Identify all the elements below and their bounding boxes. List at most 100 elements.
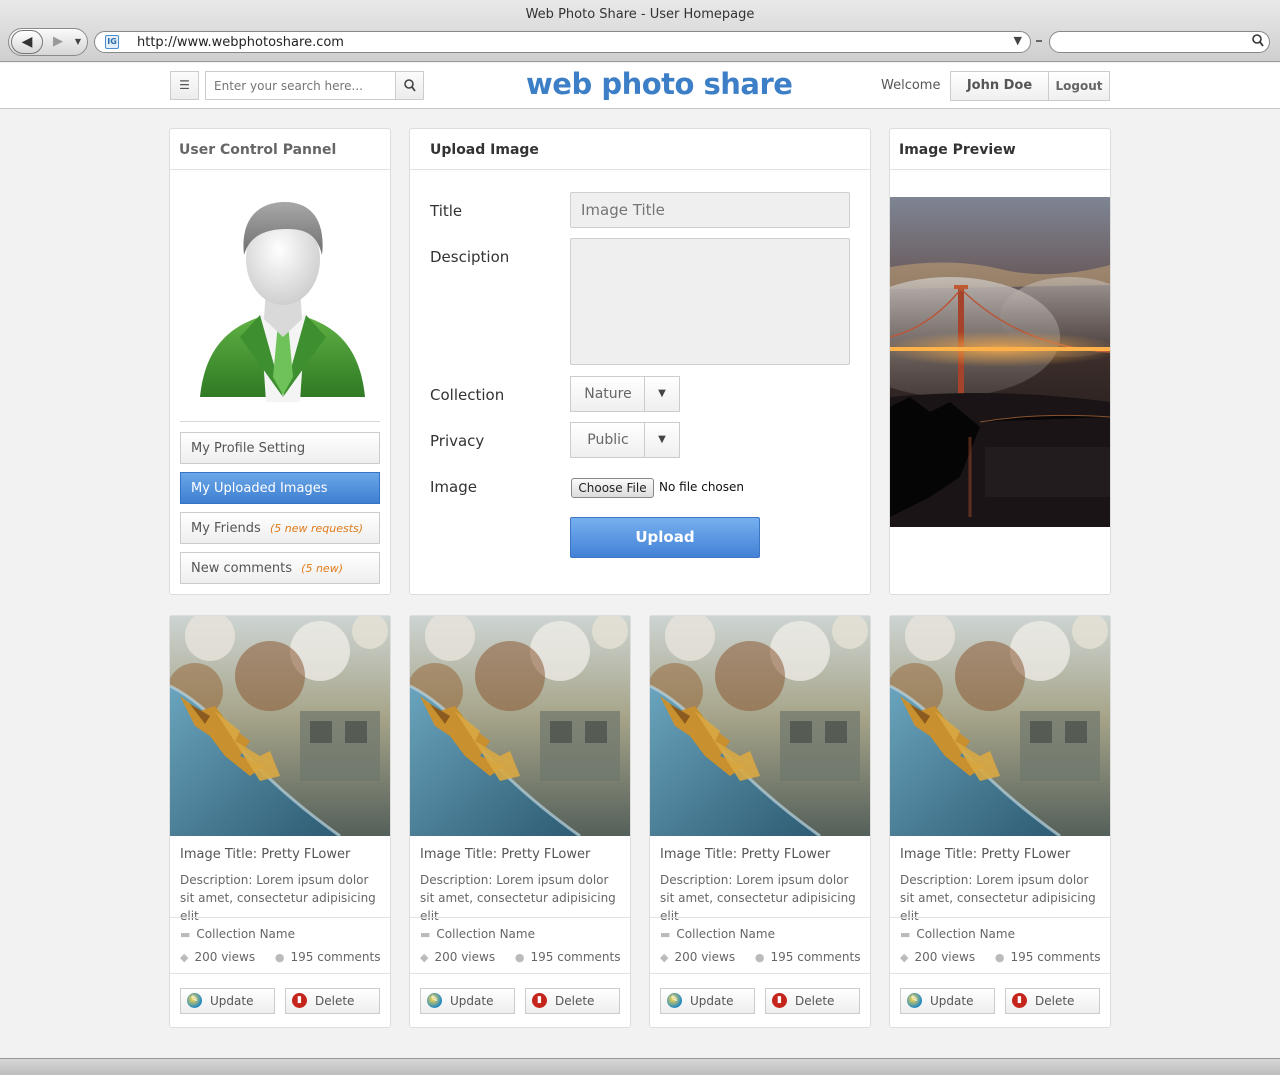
window-title: Web Photo Share - User Homepage [525, 7, 755, 22]
delete-button[interactable]: ▮ Delete [1005, 988, 1100, 1014]
delete-label: Delete [555, 994, 595, 1008]
collection-name: Collection Name [436, 927, 535, 941]
card-title: Image Title: Pretty FLower [660, 847, 831, 862]
preview-image [890, 197, 1110, 527]
brand-logo[interactable]: web photo share [526, 67, 793, 101]
card-photo[interactable] [410, 616, 630, 836]
image-card: Image Title: Pretty FLower Description: … [169, 615, 391, 1028]
update-label: Update [930, 994, 974, 1008]
card-stats: ◆ 200 views ● 195 comments [900, 950, 1101, 964]
card-title: Image Title: Pretty FLower [420, 847, 591, 862]
update-button[interactable]: ✎ Update [180, 988, 275, 1014]
collection-value: Nature [584, 386, 632, 402]
tag-icon: ◆ [660, 951, 669, 964]
update-label: Update [210, 994, 254, 1008]
site-header: ☰ web photo share Welcome John Doe Logou… [0, 63, 1280, 109]
comments-count: 195 comments [530, 950, 621, 964]
upload-button[interactable]: Upload [570, 517, 760, 558]
profile-setting-button[interactable]: My Profile Setting [180, 432, 380, 464]
browser-search-field[interactable] [1049, 31, 1270, 53]
url-dropdown-icon[interactable]: ▼ [1014, 34, 1022, 47]
image-label: Image [430, 478, 477, 496]
folder-icon: ▬ [900, 928, 911, 941]
pencil-icon: ✎ [907, 993, 922, 1008]
divider [410, 917, 630, 918]
trash-icon: ▮ [772, 993, 787, 1008]
chevron-down-icon[interactable]: ▼ [644, 377, 679, 411]
trash-icon: ▮ [532, 993, 547, 1008]
description-field[interactable] [570, 238, 850, 365]
collection-name: Collection Name [916, 927, 1015, 941]
divider [170, 973, 390, 974]
panel-title: Image Preview [890, 129, 1110, 170]
comment-icon: ● [514, 951, 525, 964]
toolbar-separator [1036, 40, 1042, 42]
card-stats: ◆ 200 views ● 195 comments [180, 950, 381, 964]
friends-button[interactable]: My Friends (5 new requests) [180, 512, 380, 544]
new-comments-button[interactable]: New comments (5 new) [180, 552, 380, 584]
avatar [200, 197, 366, 407]
card-collection[interactable]: ▬ Collection Name [900, 927, 1015, 941]
card-photo[interactable] [170, 616, 390, 836]
panel-title: User Control Pannel [170, 129, 390, 170]
forward-arrow-icon[interactable]: ▶ [47, 30, 69, 54]
menu-icon[interactable]: ☰ [170, 71, 199, 100]
address-bar[interactable]: IG http://www.webphotoshare.com ▼ [94, 31, 1031, 53]
search-button[interactable] [395, 71, 424, 100]
privacy-select[interactable]: Public ▼ [570, 422, 680, 458]
search-input[interactable] [205, 71, 396, 100]
logout-button[interactable]: Logout [1048, 71, 1110, 101]
image-preview-panel: Image Preview [889, 128, 1111, 595]
collection-select[interactable]: Nature ▼ [570, 376, 680, 412]
trash-icon: ▮ [292, 993, 307, 1008]
card-stats: ◆ 200 views ● 195 comments [660, 950, 861, 964]
menu-item-label: My Friends [191, 521, 261, 536]
comment-icon: ● [994, 951, 1005, 964]
card-photo[interactable] [890, 616, 1110, 836]
card-collection[interactable]: ▬ Collection Name [180, 927, 295, 941]
card-collection[interactable]: ▬ Collection Name [660, 927, 775, 941]
delete-button[interactable]: ▮ Delete [525, 988, 620, 1014]
chevron-down-icon[interactable]: ▼ [644, 423, 679, 457]
comment-icon: ● [754, 951, 765, 964]
folder-icon: ▬ [660, 928, 671, 941]
update-button[interactable]: ✎ Update [420, 988, 515, 1014]
tag-icon: ◆ [180, 951, 189, 964]
url-text[interactable]: http://www.webphotoshare.com [137, 35, 344, 50]
choose-file-button[interactable]: Choose File [571, 478, 654, 498]
tag-icon: ◆ [420, 951, 429, 964]
folder-icon: ▬ [180, 928, 191, 941]
comment-icon: ● [274, 951, 285, 964]
back-arrow-icon[interactable]: ◀ [11, 30, 43, 54]
collection-name: Collection Name [676, 927, 775, 941]
update-button[interactable]: ✎ Update [660, 988, 755, 1014]
update-button[interactable]: ✎ Update [900, 988, 995, 1014]
image-card: Image Title: Pretty FLower Description: … [409, 615, 631, 1028]
delete-button[interactable]: ▮ Delete [765, 988, 860, 1014]
tag-icon: ◆ [900, 951, 909, 964]
card-title: Image Title: Pretty FLower [900, 847, 1071, 862]
card-stats: ◆ 200 views ● 195 comments [420, 950, 621, 964]
delete-button[interactable]: ▮ Delete [285, 988, 380, 1014]
search-icon[interactable] [1252, 34, 1264, 51]
uploaded-images-button[interactable]: My Uploaded Images [180, 472, 380, 504]
friend-requests-note: (5 new requests) [269, 522, 364, 535]
divider [650, 973, 870, 974]
privacy-value: Public [587, 432, 629, 448]
views-count: 200 views [434, 950, 496, 964]
card-collection[interactable]: ▬ Collection Name [420, 927, 535, 941]
comments-count: 195 comments [770, 950, 861, 964]
views-count: 200 views [914, 950, 976, 964]
card-photo[interactable] [650, 616, 870, 836]
image-card: Image Title: Pretty FLower Description: … [889, 615, 1111, 1028]
history-dropdown-icon[interactable]: ▼ [71, 30, 85, 54]
user-name-button[interactable]: John Doe [950, 71, 1049, 101]
browser-status-bar [0, 1058, 1280, 1075]
panel-title: Upload Image [410, 129, 870, 170]
menu-item-label: New comments [191, 561, 293, 576]
views-count: 200 views [674, 950, 736, 964]
divider [650, 917, 870, 918]
divider [890, 973, 1110, 974]
title-field[interactable] [570, 192, 850, 228]
menu-item-label: My Uploaded Images [191, 481, 328, 496]
